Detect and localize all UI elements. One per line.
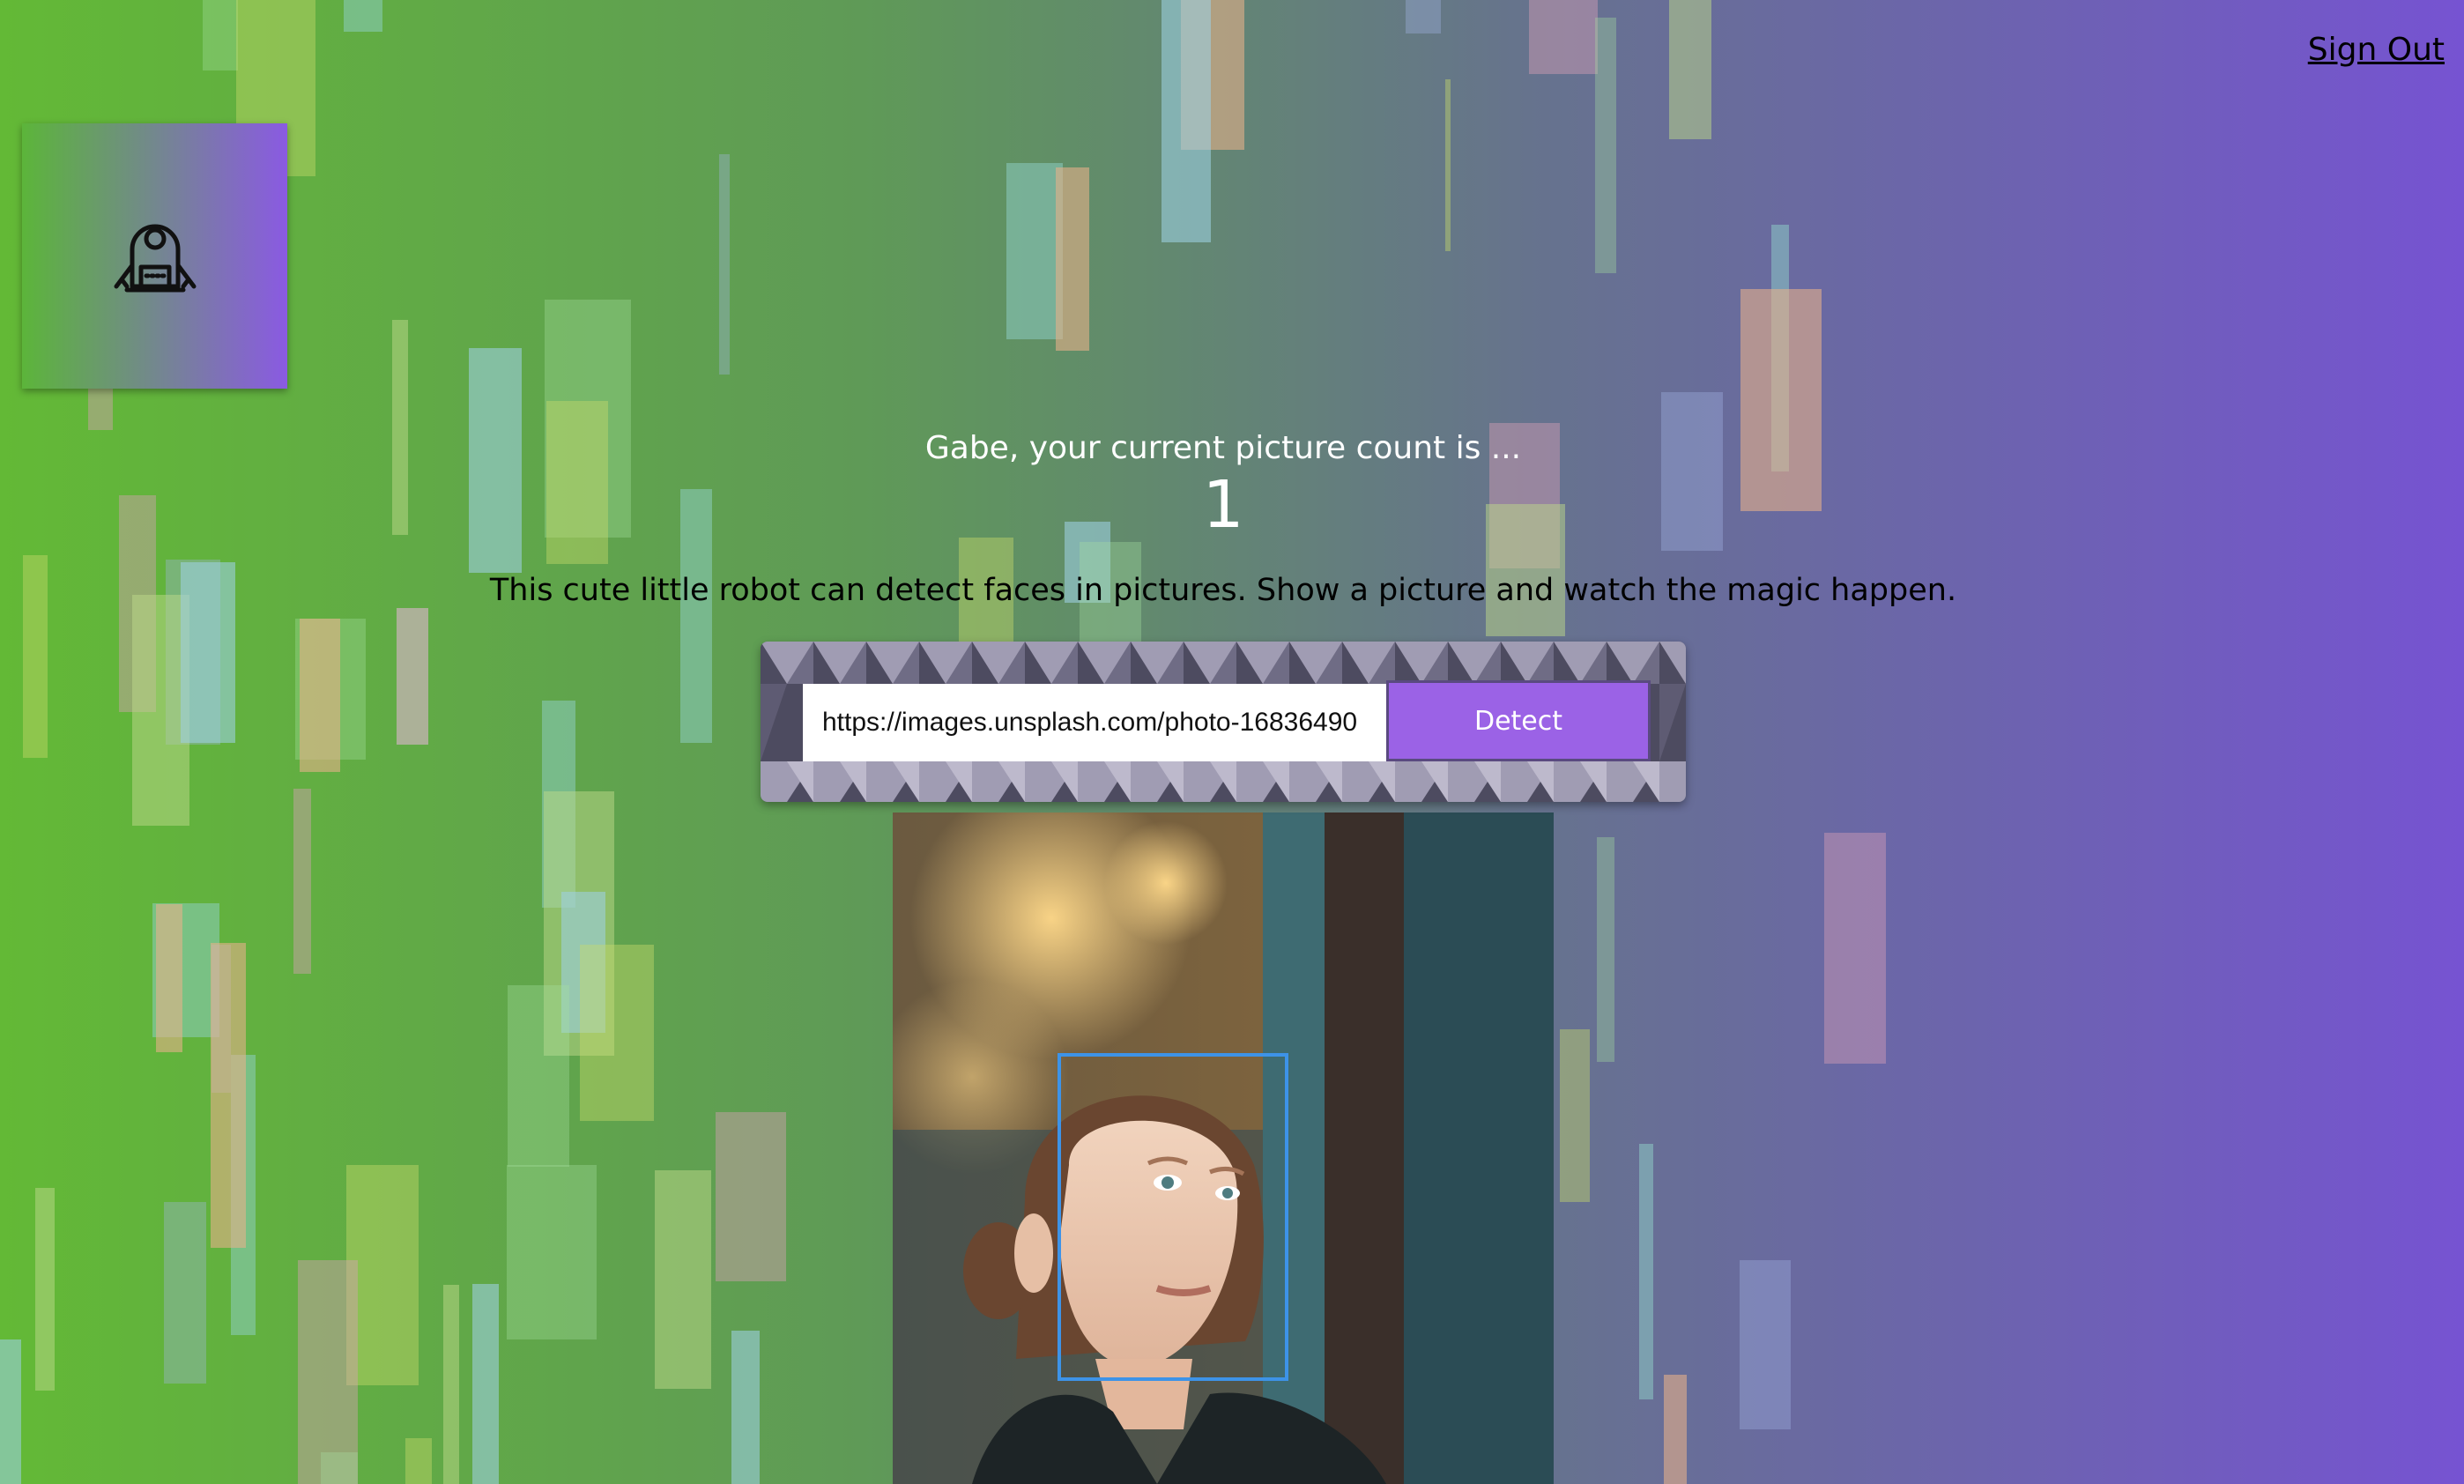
background-particle [0, 1339, 21, 1484]
background-particle [321, 1452, 358, 1484]
background-particle [156, 904, 182, 1052]
image-url-form: Detect [761, 642, 1686, 802]
background-particle [1006, 163, 1063, 339]
background-particle [1639, 1144, 1653, 1399]
background-particle [1669, 0, 1711, 139]
background-particle [164, 1202, 206, 1384]
background-particle [443, 1285, 459, 1484]
background-particle [1740, 1260, 1791, 1429]
background-particle [298, 1260, 358, 1484]
background-particle [203, 0, 238, 70]
background-particle [580, 945, 654, 1121]
background-particle [1560, 1029, 1590, 1202]
image-url-input[interactable] [803, 684, 1386, 761]
background-particle [719, 154, 730, 375]
logo-tile[interactable] [22, 123, 287, 389]
background-particle [300, 619, 340, 772]
picture-count-value: 1 [1202, 467, 1244, 543]
background-particle [1597, 837, 1614, 1062]
background-particle [405, 1438, 432, 1484]
background-particle [211, 943, 246, 1248]
background-particle [1056, 167, 1089, 351]
background-particle [88, 388, 113, 430]
background-particle [507, 1165, 597, 1339]
background-particle [472, 1284, 499, 1484]
background-particle [1595, 18, 1616, 273]
face-bounding-box [1058, 1053, 1288, 1381]
background-particle [1161, 0, 1211, 242]
detect-button[interactable]: Detect [1386, 680, 1651, 761]
background-particle [731, 1331, 760, 1484]
background-particle [1445, 79, 1451, 251]
background-particle [1529, 0, 1598, 74]
background-particle [35, 1188, 55, 1391]
background-particle [344, 0, 382, 32]
app-description: This cute little robot can detect faces … [489, 573, 1957, 608]
background-particle [397, 608, 428, 745]
robot-icon [111, 211, 199, 302]
background-particle [716, 1112, 786, 1281]
sign-out-link[interactable]: Sign Out [2308, 32, 2445, 68]
background-particle [293, 789, 311, 974]
background-particle [1664, 1375, 1687, 1484]
background-particle [655, 1170, 711, 1389]
picture-count-label: Gabe, your current picture count is ... [924, 430, 1522, 466]
background-particle [1824, 833, 1886, 1064]
background-particle [1406, 0, 1441, 33]
background-particle [508, 985, 569, 1167]
